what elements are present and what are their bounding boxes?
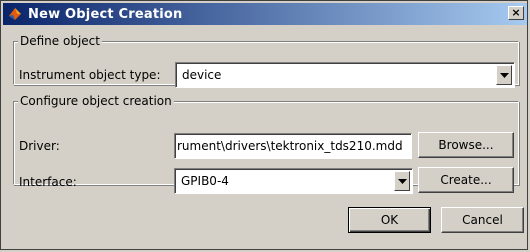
window-title: New Object Creation	[28, 6, 183, 22]
instrument-type-label: Instrument object type:	[19, 68, 161, 82]
create-button[interactable]: Create...	[418, 167, 514, 193]
chevron-down-icon[interactable]	[394, 171, 410, 191]
driver-input[interactable]: rument\drivers\tektronix_tds210.mdd	[174, 133, 412, 159]
driver-value: rument\drivers\tektronix_tds210.mdd	[177, 139, 403, 153]
chevron-down-icon[interactable]	[496, 65, 512, 85]
configure-object-legend: Configure object creation	[18, 94, 174, 108]
driver-label: Driver:	[19, 139, 60, 153]
interface-label: Interface:	[19, 175, 77, 189]
app-logo-icon	[6, 5, 24, 23]
title-bar[interactable]: New Object Creation ×	[3, 3, 527, 25]
interface-select[interactable]: GPIB0-4	[174, 168, 413, 194]
browse-button[interactable]: Browse...	[418, 132, 514, 158]
define-object-legend: Define object	[18, 34, 102, 48]
close-button[interactable]: ×	[508, 6, 524, 20]
dialog-window: New Object Creation × Define object Inst…	[0, 0, 528, 250]
ok-button[interactable]: OK	[348, 207, 431, 233]
instrument-type-value: device	[182, 68, 222, 82]
cancel-button[interactable]: Cancel	[441, 207, 524, 233]
instrument-type-select[interactable]: device	[175, 62, 515, 88]
interface-value: GPIB0-4	[181, 174, 229, 188]
